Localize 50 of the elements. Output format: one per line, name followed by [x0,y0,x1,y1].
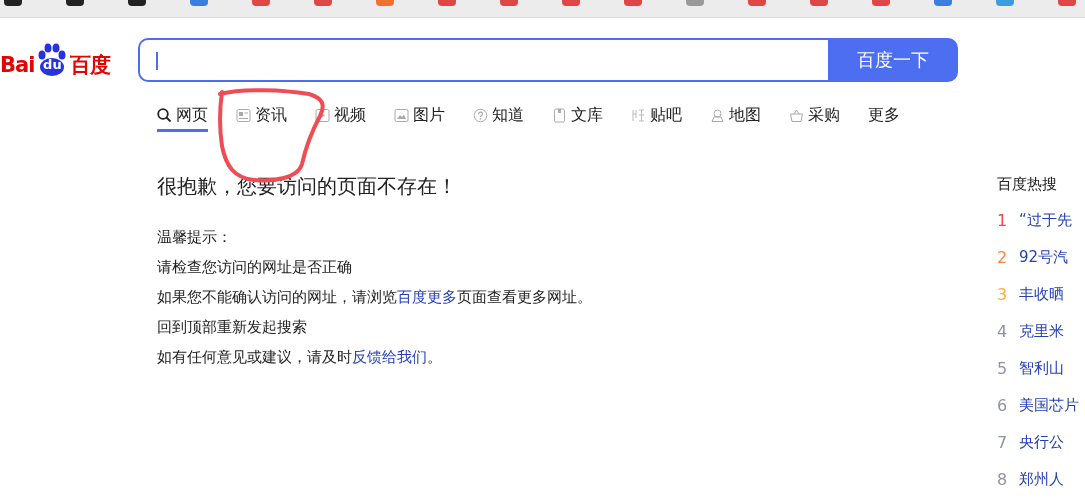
bookmark-icon[interactable] [4,0,22,6]
search-tab[interactable]: 更多 [868,102,900,132]
tip-text: 温馨提示： [157,227,233,248]
rank-number: 8 [997,470,1009,489]
hot-search-link[interactable]: “过于先 [1019,211,1072,230]
hot-search-link[interactable]: 美国芯片 [1019,396,1079,415]
bookmark-icon[interactable] [66,0,84,6]
hot-search-link[interactable]: 92号汽 [1019,248,1069,267]
rank-number: 2 [997,248,1009,267]
sticker-icon [631,108,646,123]
search-tab[interactable]: 采购 [789,102,840,132]
video-icon [315,108,330,123]
logo-text: 百度 [70,53,111,77]
tip-text: 回到顶部重新发起搜索 [157,317,308,338]
question-icon [473,108,488,123]
search-button[interactable]: 百度一下 [828,38,958,82]
search-tab[interactable]: 贴吧 [631,102,682,132]
search-field[interactable] [138,38,828,82]
search-tab[interactable]: 图片 [394,102,445,132]
search-icon [157,108,172,123]
rank-number: 7 [997,433,1009,452]
hot-search-link[interactable]: 央行公 [1019,433,1064,452]
tip-text: 如有任何意见或建议，请及时反馈给我们。 [157,347,443,368]
basket-icon [789,108,804,123]
text-link[interactable]: 反馈给我们 [352,348,427,366]
image-icon [394,108,409,123]
search-tab[interactable]: 网页 [157,102,208,132]
search-tab[interactable]: 地图 [710,102,761,132]
hot-search-link[interactable]: 丰收晒 [1019,285,1064,304]
hot-search-link[interactable]: 郑州人 [1019,470,1064,489]
search-tab[interactable]: 资讯 [236,102,287,132]
document-icon [552,108,567,123]
rank-number: 6 [997,396,1009,415]
search-tab[interactable]: 知道 [473,102,524,132]
rank-number: 1 [997,211,1009,230]
logo-text: Bai [0,53,35,77]
bookmark-icon[interactable] [128,0,146,6]
news-icon [236,108,251,123]
text-link[interactable]: 百度更多 [397,288,457,306]
tip-text: 请检查您访问的网址是否正确 [157,257,353,278]
search-tab[interactable]: 文库 [552,102,603,132]
text-cursor [156,52,158,70]
rank-number: 5 [997,359,1009,378]
hot-search-link[interactable]: 智利山 [1019,359,1064,378]
hot-search-title: 百度热搜 [997,174,1058,195]
tip-text: 如果您不能确认访问的网址，请浏览百度更多页面查看更多网址。 [157,287,593,308]
search-tab[interactable]: 视频 [315,102,366,132]
rank-number: 4 [997,322,1009,341]
hot-search-link[interactable]: 克里米 [1019,322,1064,341]
rank-number: 3 [997,285,1009,304]
